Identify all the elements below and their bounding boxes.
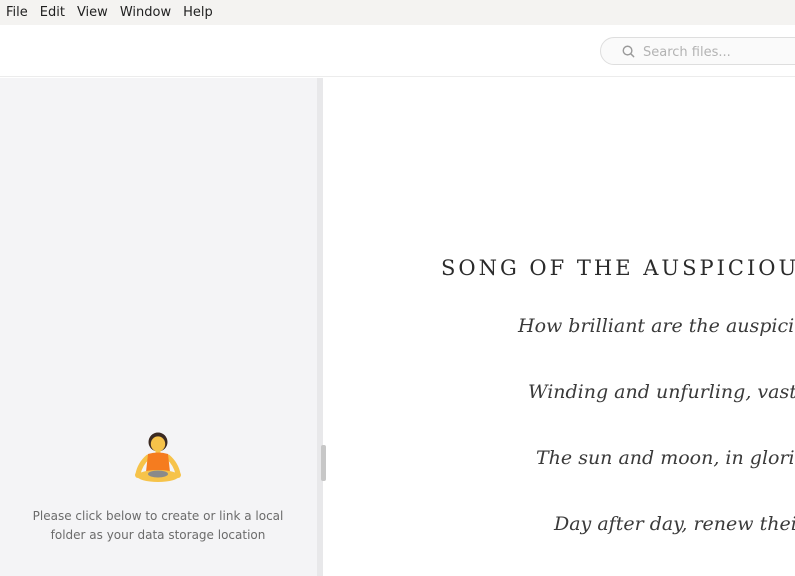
sidebar xyxy=(0,78,317,576)
poem-line: How brilliant are the auspicio xyxy=(518,315,795,337)
menu-help[interactable]: Help xyxy=(183,0,213,25)
search-input[interactable] xyxy=(643,41,793,63)
menu-view[interactable]: View xyxy=(77,0,108,25)
menu-file[interactable]: File xyxy=(6,0,28,25)
toolbar xyxy=(0,25,795,77)
poem-line: Winding and unfurling, vast a xyxy=(528,381,795,403)
menu-edit[interactable]: Edit xyxy=(40,0,65,25)
search-box[interactable] xyxy=(600,37,795,65)
poem-title: SONG OF THE AUSPICIOU xyxy=(441,256,795,280)
empty-state-message: Please click below to create or link a l… xyxy=(32,509,284,542)
menu-window[interactable]: Window xyxy=(120,0,171,25)
document-view: SONG OF THE AUSPICIOU How brilliant are … xyxy=(326,78,795,576)
poem-line: The sun and moon, in glorio xyxy=(536,447,795,469)
poem-line: Day after day, renew their xyxy=(554,513,795,535)
person-in-lotus-position-icon xyxy=(135,432,181,482)
search-icon xyxy=(622,45,635,58)
sidebar-divider xyxy=(317,78,323,576)
menu-bar: File Edit View Window Help xyxy=(0,0,795,25)
